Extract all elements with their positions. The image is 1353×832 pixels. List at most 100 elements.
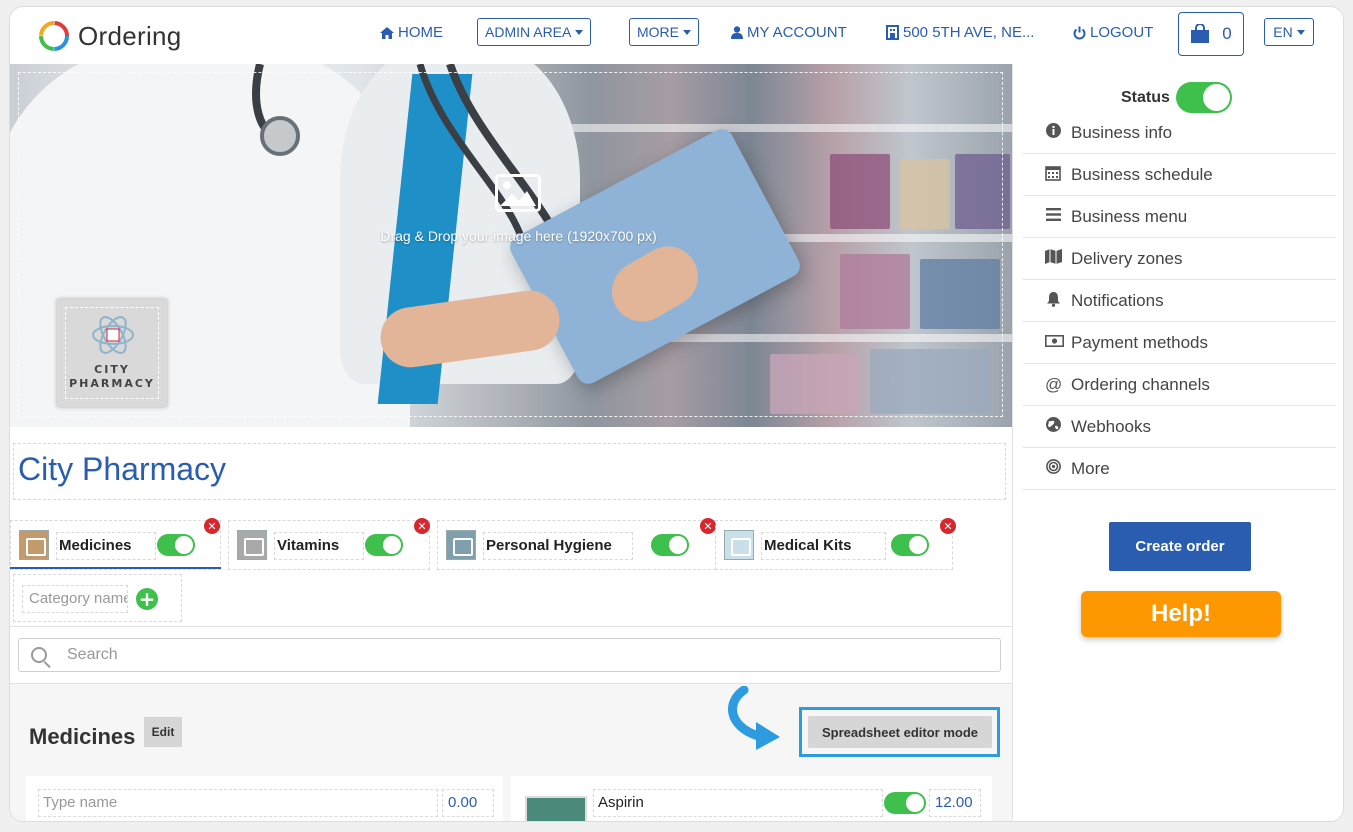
dropzone-hint: Drag & Drop your image here (1920x700 px… xyxy=(380,228,657,244)
logout-link[interactable]: LOGOUT xyxy=(1073,24,1153,41)
add-category-plus-icon[interactable]: + xyxy=(136,588,158,610)
search-icon xyxy=(31,647,47,663)
product-card[interactable]: Aspirin 12.00 xyxy=(511,776,992,821)
toggle-knob xyxy=(906,794,924,812)
sidebar-item-payment-methods[interactable]: Payment methods xyxy=(1023,322,1336,364)
category-name-input[interactable]: Category name xyxy=(22,585,128,613)
list-icon xyxy=(1045,208,1061,225)
delete-category-icon[interactable]: ✕ xyxy=(700,518,716,534)
product-toggle[interactable] xyxy=(884,792,926,814)
sidebar-item-business-schedule[interactable]: Business schedule xyxy=(1023,154,1336,196)
power-icon xyxy=(1073,26,1086,39)
category-toggle[interactable] xyxy=(651,534,689,556)
info-icon xyxy=(1045,123,1061,142)
chevron-down-icon xyxy=(575,29,584,35)
create-order-button[interactable]: Create order xyxy=(1109,522,1251,571)
logo-line-2: PHARMACY xyxy=(69,377,155,390)
sidebar-item-business-info[interactable]: Business info xyxy=(1023,112,1336,154)
category-products-panel: Medicines Edit Spreadsheet editor mode T… xyxy=(10,683,1012,821)
sidebar-item-more[interactable]: More xyxy=(1023,448,1336,490)
logout-label: LOGOUT xyxy=(1090,24,1154,41)
my-account-link[interactable]: MY ACCOUNT xyxy=(731,24,847,41)
target-icon xyxy=(1045,459,1061,478)
cart-button[interactable]: 0 xyxy=(1178,12,1244,56)
language-dropdown[interactable]: EN xyxy=(1264,18,1314,46)
product-price-field[interactable]: 12.00 xyxy=(929,789,981,817)
help-button[interactable]: Help! xyxy=(1081,591,1281,637)
delete-category-icon[interactable]: ✕ xyxy=(940,518,956,534)
bell-icon xyxy=(1045,291,1061,311)
sidebar-item-business-menu[interactable]: Business menu xyxy=(1023,196,1336,238)
brand-logo-icon[interactable] xyxy=(37,19,71,53)
more-label: MORE xyxy=(637,24,679,40)
chevron-down-icon xyxy=(1296,29,1305,35)
edit-category-button[interactable]: Edit xyxy=(144,717,182,747)
sidebar-item-label: Payment methods xyxy=(1071,332,1209,352)
category-toggle[interactable] xyxy=(157,534,195,556)
tab-category-medical-kits[interactable]: Medical Kits ✕ xyxy=(715,518,956,570)
category-name-field[interactable] xyxy=(56,532,156,560)
sidebar-item-delivery-zones[interactable]: Delivery zones xyxy=(1023,238,1336,280)
sidebar-item-label: Business schedule xyxy=(1071,164,1213,184)
sidebar-item-ordering-channels[interactable]: @ Ordering channels xyxy=(1023,364,1336,406)
header-image-dropzone[interactable]: Drag & Drop your image here (1920x700 px… xyxy=(10,64,1012,427)
image-placeholder-icon xyxy=(495,174,541,212)
business-logo-dropzone[interactable]: CITY PHARMACY xyxy=(57,299,167,407)
brand-name[interactable]: Ordering xyxy=(78,21,182,52)
add-category-row: Category name + xyxy=(13,574,182,622)
product-price-input[interactable]: 0.00 xyxy=(442,789,494,817)
map-icon xyxy=(1045,249,1062,268)
at-icon: @ xyxy=(1045,374,1063,394)
my-account-label: MY ACCOUNT xyxy=(747,24,847,41)
shopping-bag-icon xyxy=(1191,24,1210,43)
tab-category-personal-hygiene[interactable]: Personal Hygiene ✕ xyxy=(437,518,716,570)
more-dropdown[interactable]: MORE xyxy=(629,18,699,46)
status-toggle[interactable] xyxy=(1175,82,1232,113)
sidebar-item-webhooks[interactable]: Webhooks xyxy=(1023,406,1336,448)
nav-home-link[interactable]: HOME xyxy=(380,24,443,41)
category-name-field[interactable] xyxy=(761,532,886,560)
toggle-knob xyxy=(383,536,401,554)
section-title: Medicines xyxy=(29,724,136,749)
sidebar-item-label: Webhooks xyxy=(1071,416,1152,436)
business-name-field[interactable]: City Pharmacy xyxy=(13,443,1006,500)
logo-line-1: CITY xyxy=(94,363,130,376)
category-thumbnail xyxy=(724,530,754,560)
sidebar-item-label: Notifications xyxy=(1071,290,1164,310)
product-search-input[interactable]: Search xyxy=(18,638,1001,672)
address-link[interactable]: 500 5TH AVE, NE... xyxy=(886,24,1034,41)
active-tab-indicator xyxy=(10,567,221,569)
cart-count: 0 xyxy=(1222,24,1232,43)
curved-arrow-icon xyxy=(728,686,780,750)
business-name: City Pharmacy xyxy=(18,451,227,487)
status-label: Status xyxy=(1121,88,1170,106)
spreadsheet-editor-mode-button[interactable]: Spreadsheet editor mode xyxy=(808,716,992,748)
toggle-knob xyxy=(175,536,193,554)
user-icon xyxy=(731,26,743,39)
status-row: Status xyxy=(1121,82,1232,113)
category-toggle[interactable] xyxy=(891,534,929,556)
delete-category-icon[interactable]: ✕ xyxy=(414,518,430,534)
tab-category-vitamins[interactable]: Vitamins ✕ xyxy=(228,518,430,570)
product-name-field[interactable]: Aspirin xyxy=(593,789,883,817)
category-thumbnail xyxy=(446,530,476,560)
category-tabs: Medicines ✕ Vitamins ✕ Personal Hygiene … xyxy=(10,518,1012,622)
delete-category-icon[interactable]: ✕ xyxy=(204,518,220,534)
admin-area-dropdown[interactable]: ADMIN AREA xyxy=(477,18,592,46)
tab-category-medicines[interactable]: Medicines ✕ xyxy=(10,518,221,570)
search-placeholder: Search xyxy=(67,646,118,663)
building-icon xyxy=(886,25,899,40)
toggle-knob xyxy=(909,536,927,554)
category-thumbnail xyxy=(19,530,49,560)
category-name-field[interactable] xyxy=(483,532,633,560)
category-name-field[interactable] xyxy=(274,532,364,560)
globe-icon xyxy=(1045,417,1061,436)
product-name-input[interactable]: Type name xyxy=(38,789,438,817)
sidebar-item-label: Business menu xyxy=(1071,206,1188,226)
sidebar-item-label: Business info xyxy=(1071,122,1173,142)
money-icon xyxy=(1045,334,1064,351)
address-label: 500 5TH AVE, NE... xyxy=(903,24,1035,41)
category-toggle[interactable] xyxy=(365,534,403,556)
app-frame: Ordering HOME ADMIN AREA MORE MY ACCOUNT… xyxy=(9,6,1344,822)
sidebar-item-notifications[interactable]: Notifications xyxy=(1023,280,1336,322)
